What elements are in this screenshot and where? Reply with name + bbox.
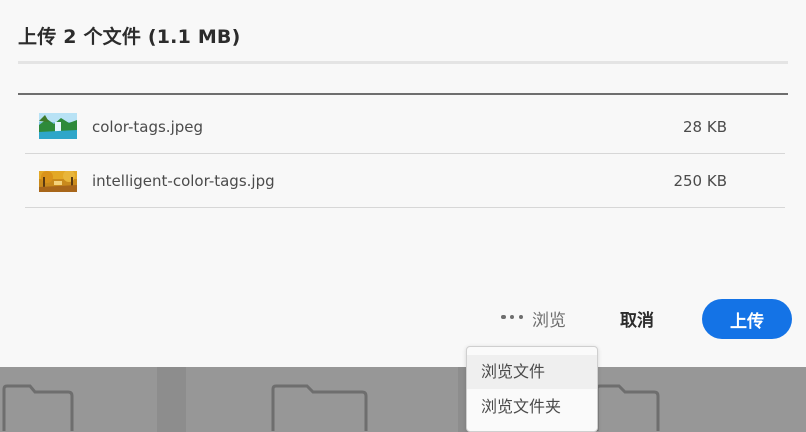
list-divider — [18, 93, 788, 95]
dialog-title: 上传 2 个文件 (1.1 MB) — [18, 26, 241, 48]
file-name: color-tags.jpeg — [92, 118, 204, 136]
browse-menu: 浏览文件 浏览文件夹 — [466, 346, 598, 432]
file-row: color-tags.jpeg 28 KB — [25, 100, 785, 154]
title-divider — [18, 61, 788, 64]
landscape-thumbnail-icon — [39, 113, 77, 139]
menu-item-browse-folders[interactable]: 浏览文件夹 — [467, 390, 597, 424]
folder-icon — [595, 384, 660, 431]
cancel-button[interactable]: 取消 — [620, 306, 654, 331]
folder-icon — [2, 384, 74, 431]
autumn-thumbnail-icon — [39, 171, 77, 192]
background-overlay — [0, 367, 806, 432]
browse-button[interactable]: 浏览 — [532, 306, 566, 331]
menu-item-browse-files[interactable]: 浏览文件 — [467, 355, 597, 389]
file-name: intelligent-color-tags.jpg — [92, 172, 275, 190]
folder-icon — [271, 384, 368, 431]
file-size: 28 KB — [683, 118, 727, 136]
upload-button[interactable]: 上传 — [702, 299, 792, 339]
more-dots-icon[interactable] — [499, 306, 525, 328]
upload-dialog: 上传 2 个文件 (1.1 MB) color-tags.jpeg 28 KB — [0, 0, 806, 367]
file-row: intelligent-color-tags.jpg 250 KB — [25, 154, 785, 208]
file-list: color-tags.jpeg 28 KB intelligent-color-… — [25, 100, 785, 208]
file-size: 250 KB — [673, 172, 727, 190]
